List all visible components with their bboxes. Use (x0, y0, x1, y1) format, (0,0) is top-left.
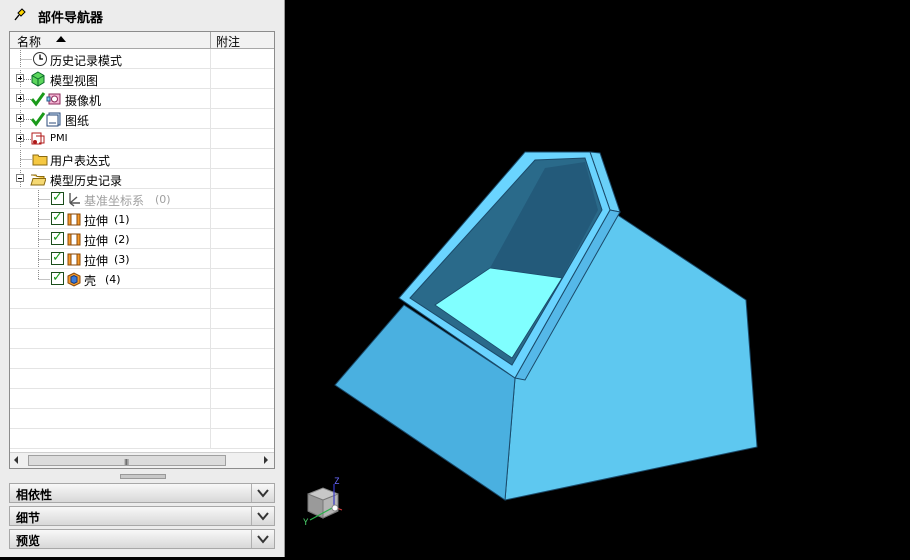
extrude-icon (67, 213, 81, 226)
triad-y-label: Y (303, 518, 309, 528)
datum-csys-icon (69, 193, 80, 207)
expand-icon[interactable] (16, 134, 24, 142)
empty-row (10, 409, 274, 429)
extrude-icon (67, 253, 81, 266)
empty-row (10, 349, 274, 369)
checkmark-icon (30, 92, 46, 107)
expand-icon[interactable] (16, 114, 24, 122)
tree-row-shell[interactable]: 壳 (4) (10, 269, 274, 289)
navigator-tree[interactable]: 名称 附注 历史记录模式 模型视图 摄像机 图纸 PMI 用户表达式 模型历史记… (9, 31, 275, 469)
visibility-checkbox[interactable] (51, 270, 64, 285)
feature-number: (2) (114, 233, 130, 246)
tree-row-label: 用户表达式 (50, 154, 111, 168)
tree-row-drawing[interactable]: 图纸 (10, 109, 274, 129)
visibility-checkbox[interactable] (51, 250, 64, 265)
tree-row-extrude-3[interactable]: 拉伸 (3) (10, 249, 274, 269)
feature-number: (1) (114, 213, 130, 226)
tree-row-label: 拉伸 (84, 254, 109, 268)
expand-icon[interactable] (16, 94, 24, 102)
tree-row-label: 历史记录模式 (50, 54, 123, 68)
tree-row-label: 模型视图 (50, 74, 99, 88)
tree-row-label: PMI (50, 133, 68, 144)
empty-row (10, 329, 274, 349)
folder-icon (32, 154, 48, 166)
chevron-down-icon[interactable] (251, 484, 274, 502)
empty-row (10, 369, 274, 389)
tree-row-model-views[interactable]: 模型视图 (10, 69, 274, 89)
model-views-icon (31, 71, 45, 87)
folder-open-icon (30, 174, 46, 186)
column-note-header[interactable]: 附注 (216, 33, 240, 50)
navigator-title: 部件导航器 (38, 11, 104, 26)
scroll-grip: III (124, 458, 129, 467)
panel-splitter[interactable] (120, 474, 166, 479)
navigator-title-bar: 部件导航器 (0, 0, 285, 30)
scroll-thumb[interactable]: III (28, 455, 226, 467)
visibility-checkbox[interactable] (51, 210, 64, 225)
tree-row-history-mode[interactable]: 历史记录模式 (10, 49, 274, 69)
shell-icon (67, 272, 81, 287)
view-triad[interactable] (307, 484, 343, 521)
panel-label: 预览 (16, 534, 41, 548)
checkmark-icon (30, 112, 46, 127)
horizontal-scrollbar[interactable]: III (10, 452, 274, 468)
extrude-icon (67, 233, 81, 246)
empty-row (10, 309, 274, 329)
tree-row-label: 图纸 (65, 114, 90, 128)
tree-row-extrude-2[interactable]: 拉伸 (2) (10, 229, 274, 249)
chevron-down-icon[interactable] (251, 507, 274, 525)
empty-row (10, 389, 274, 409)
panel-preview[interactable]: 预览 (9, 529, 275, 549)
tree-row-model-history[interactable]: 模型历史记录 (10, 169, 274, 189)
pmi-icon (31, 132, 45, 145)
visibility-checkbox[interactable] (51, 230, 64, 245)
tree-row-label: 拉伸 (84, 214, 109, 228)
panel-details[interactable]: 细节 (9, 506, 275, 526)
part-navigator: 部件导航器 名称 附注 历史记录模式 模型视图 摄像机 图纸 PMI 用户表达式… (0, 0, 285, 557)
graphics-viewport[interactable]: Z Y (286, 0, 910, 557)
feature-number: (4) (105, 273, 121, 286)
empty-row (10, 289, 274, 309)
pin-icon[interactable] (14, 8, 26, 22)
clock-icon (33, 52, 47, 66)
drawing-icon (46, 112, 61, 127)
tree-row-camera[interactable]: 摄像机 (10, 89, 274, 109)
feature-number: (0) (155, 193, 171, 206)
scroll-left-icon[interactable] (14, 456, 18, 464)
triad-z-label: Z (334, 477, 340, 487)
expand-icon[interactable] (16, 74, 24, 82)
camera-icon (46, 93, 61, 105)
tree-row-extrude-1[interactable]: 拉伸 (1) (10, 209, 274, 229)
tree-row-label: 基准坐标系 (84, 194, 145, 208)
scroll-right-icon[interactable] (264, 456, 268, 464)
tree-row-label: 模型历史记录 (50, 174, 123, 188)
chevron-down-icon[interactable] (251, 530, 274, 548)
tree-row-user-expressions[interactable]: 用户表达式 (10, 149, 274, 169)
tree-row-label: 拉伸 (84, 234, 109, 248)
tree-row-datum-csys[interactable]: 基准坐标系 (0) (10, 189, 274, 209)
tree-row-label: 摄像机 (65, 94, 102, 108)
empty-row (10, 429, 274, 449)
feature-number: (3) (114, 253, 130, 266)
panel-label: 细节 (16, 511, 41, 525)
panel-label: 相依性 (16, 488, 53, 502)
model-canvas[interactable] (286, 0, 910, 557)
collapse-icon[interactable] (16, 174, 24, 182)
tree-row-pmi[interactable]: PMI (10, 129, 274, 149)
tree-row-label: 壳 (84, 274, 97, 288)
visibility-checkbox[interactable] (51, 190, 64, 205)
panel-dependencies[interactable]: 相依性 (9, 483, 275, 503)
